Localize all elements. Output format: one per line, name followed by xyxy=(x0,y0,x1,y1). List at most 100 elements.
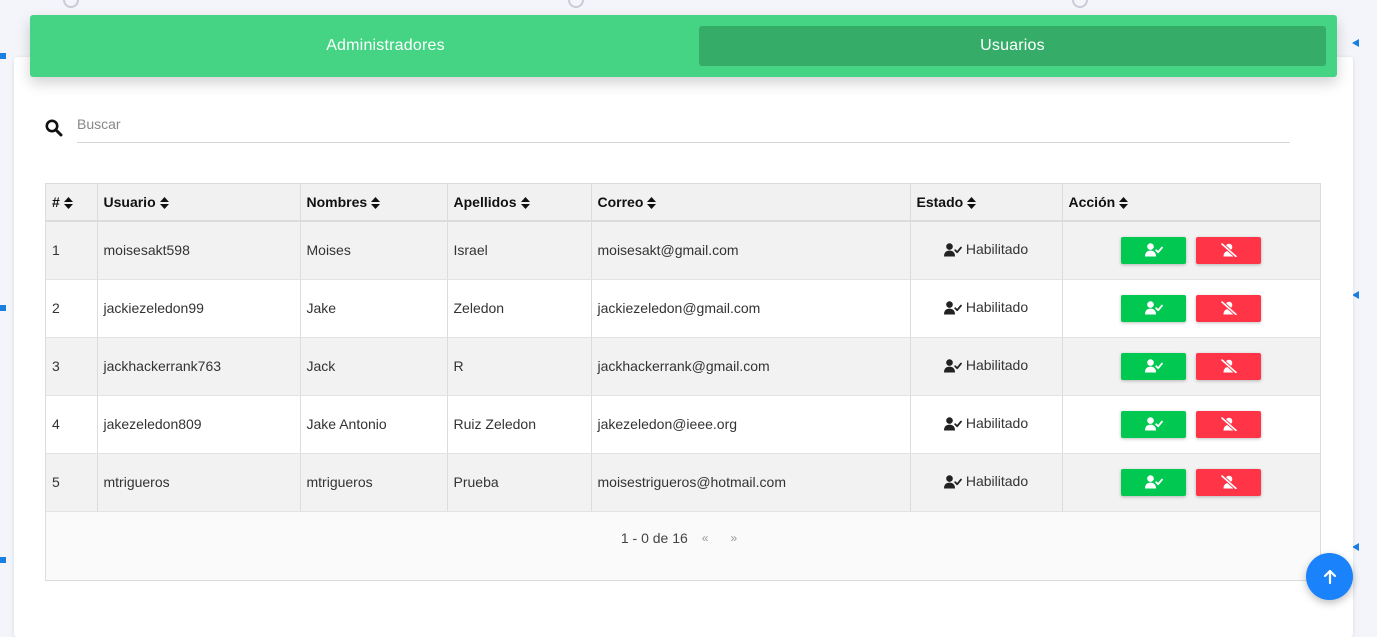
search-bar xyxy=(45,112,1290,143)
sort-icon xyxy=(1119,197,1129,210)
enable-user-button[interactable] xyxy=(1121,410,1187,438)
user-check-icon xyxy=(943,358,962,372)
cell-apellidos: Ruiz Zeledon xyxy=(447,395,592,454)
cell-nombres: Jake xyxy=(300,279,448,338)
pagination-next-button[interactable]: » xyxy=(730,531,737,545)
user-check-icon xyxy=(1144,417,1163,431)
user-slash-icon xyxy=(1220,243,1237,258)
users-table: # Usuario Nombres Apellidos Correo Estad… xyxy=(46,184,1320,512)
cell-num: 3 xyxy=(46,337,98,396)
cell-num: 1 xyxy=(46,221,98,280)
cell-estado: Habilitado xyxy=(910,221,1063,280)
cell-nombres: mtrigueros xyxy=(300,453,448,512)
table-header-row: # Usuario Nombres Apellidos Correo Estad… xyxy=(46,184,1320,222)
cell-estado: Habilitado xyxy=(910,453,1063,512)
user-check-icon xyxy=(1144,301,1163,315)
user-check-icon xyxy=(1144,243,1163,257)
cell-apellidos: Israel xyxy=(447,221,592,280)
cell-estado: Habilitado xyxy=(910,279,1063,338)
cell-estado: Habilitado xyxy=(910,395,1063,454)
cell-apellidos: R xyxy=(447,337,592,396)
cell-accion xyxy=(1062,221,1320,280)
sort-icon xyxy=(371,197,381,210)
user-slash-icon xyxy=(1220,475,1237,489)
disable-user-button[interactable] xyxy=(1196,468,1262,496)
cell-correo: moisesakt@gmail.com xyxy=(591,221,911,280)
cell-correo: jackhackerrank@gmail.com xyxy=(591,337,911,396)
enable-user-button[interactable] xyxy=(1121,468,1187,496)
status-label: Habilitado xyxy=(965,414,1029,431)
table-row: 3 jackhackerrank763 Jack R jackhackerran… xyxy=(46,337,1320,396)
background-mark xyxy=(1072,0,1088,8)
pagination: 1 - 0 de 16 « » xyxy=(46,526,1320,550)
cell-usuario: jakezeledon809 xyxy=(97,395,301,454)
enable-user-button[interactable] xyxy=(1121,352,1187,380)
cell-accion xyxy=(1062,279,1320,338)
column-header-usuario[interactable]: Usuario xyxy=(97,184,301,222)
cell-nombres: Jake Antonio xyxy=(300,395,448,454)
cell-apellidos: Zeledon xyxy=(447,279,592,338)
sort-icon xyxy=(159,197,169,210)
status-label: Habilitado xyxy=(965,356,1029,373)
tab-bar: Administradores Usuarios xyxy=(30,15,1337,77)
tab-administradores[interactable]: Administradores xyxy=(72,26,699,66)
table-row: 2 jackiezeledon99 Jake Zeledon jackiezel… xyxy=(46,279,1320,338)
cell-estado: Habilitado xyxy=(910,337,1063,396)
background-mark xyxy=(63,0,79,8)
sort-icon xyxy=(647,197,657,210)
user-check-icon xyxy=(1144,359,1163,373)
column-header-accion[interactable]: Acción xyxy=(1062,184,1320,222)
cell-correo: jackiezeledon@gmail.com xyxy=(591,279,911,338)
status-label: Habilitado xyxy=(965,240,1029,257)
cell-nombres: Moises xyxy=(300,221,448,280)
disable-user-button[interactable] xyxy=(1196,352,1262,380)
column-header-correo[interactable]: Correo xyxy=(591,184,911,222)
background-mark xyxy=(0,53,6,59)
search-icon xyxy=(45,119,63,137)
table-row: 4 jakezeledon809 Jake Antonio Ruiz Zeled… xyxy=(46,395,1320,454)
cell-correo: moisestrigueros@hotmail.com xyxy=(591,453,911,512)
background-mark xyxy=(568,0,584,8)
user-slash-icon xyxy=(1220,359,1237,373)
sort-icon xyxy=(520,197,530,210)
column-header-apellidos[interactable]: Apellidos xyxy=(447,184,592,222)
cell-usuario: jackiezeledon99 xyxy=(97,279,301,338)
table-row: 5 mtrigueros mtrigueros Prueba moisestri… xyxy=(46,453,1320,512)
cell-usuario: jackhackerrank763 xyxy=(97,337,301,396)
status-label: Habilitado xyxy=(965,472,1029,489)
user-check-icon xyxy=(943,300,962,314)
search-input[interactable] xyxy=(77,112,1290,143)
scroll-to-top-button[interactable] xyxy=(1306,553,1353,600)
disable-user-button[interactable] xyxy=(1196,294,1262,322)
pagination-range: 1 - 0 de 16 xyxy=(620,530,688,546)
background-mark xyxy=(1352,39,1359,47)
tab-usuarios[interactable]: Usuarios xyxy=(699,26,1326,66)
user-check-icon xyxy=(943,474,962,488)
background-mark xyxy=(1352,543,1359,551)
enable-user-button[interactable] xyxy=(1121,236,1187,264)
column-header-nombres[interactable]: Nombres xyxy=(300,184,448,222)
table-row: 1 moisesakt598 Moises Israel moisesakt@g… xyxy=(46,221,1320,280)
disable-user-button[interactable] xyxy=(1196,410,1262,438)
cell-accion xyxy=(1062,337,1320,396)
cell-usuario: mtrigueros xyxy=(97,453,301,512)
cell-accion xyxy=(1062,395,1320,454)
cell-usuario: moisesakt598 xyxy=(97,221,301,280)
column-header-estado[interactable]: Estado xyxy=(910,184,1063,222)
user-check-icon xyxy=(943,243,962,257)
sort-icon xyxy=(63,197,73,210)
cell-num: 4 xyxy=(46,395,98,454)
enable-user-button[interactable] xyxy=(1121,294,1187,322)
disable-user-button[interactable] xyxy=(1196,236,1262,264)
cell-nombres: Jack xyxy=(300,337,448,396)
background-mark xyxy=(0,557,6,563)
cell-num: 5 xyxy=(46,453,98,512)
cell-accion xyxy=(1062,453,1320,512)
user-check-icon xyxy=(943,416,962,430)
sort-icon xyxy=(967,197,977,210)
pagination-prev-button[interactable]: « xyxy=(702,531,709,545)
column-header-num[interactable]: # xyxy=(46,184,98,222)
cell-correo: jakezeledon@ieee.org xyxy=(591,395,911,454)
arrow-up-icon xyxy=(1323,569,1336,584)
table-body: 1 moisesakt598 Moises Israel moisesakt@g… xyxy=(46,221,1320,512)
